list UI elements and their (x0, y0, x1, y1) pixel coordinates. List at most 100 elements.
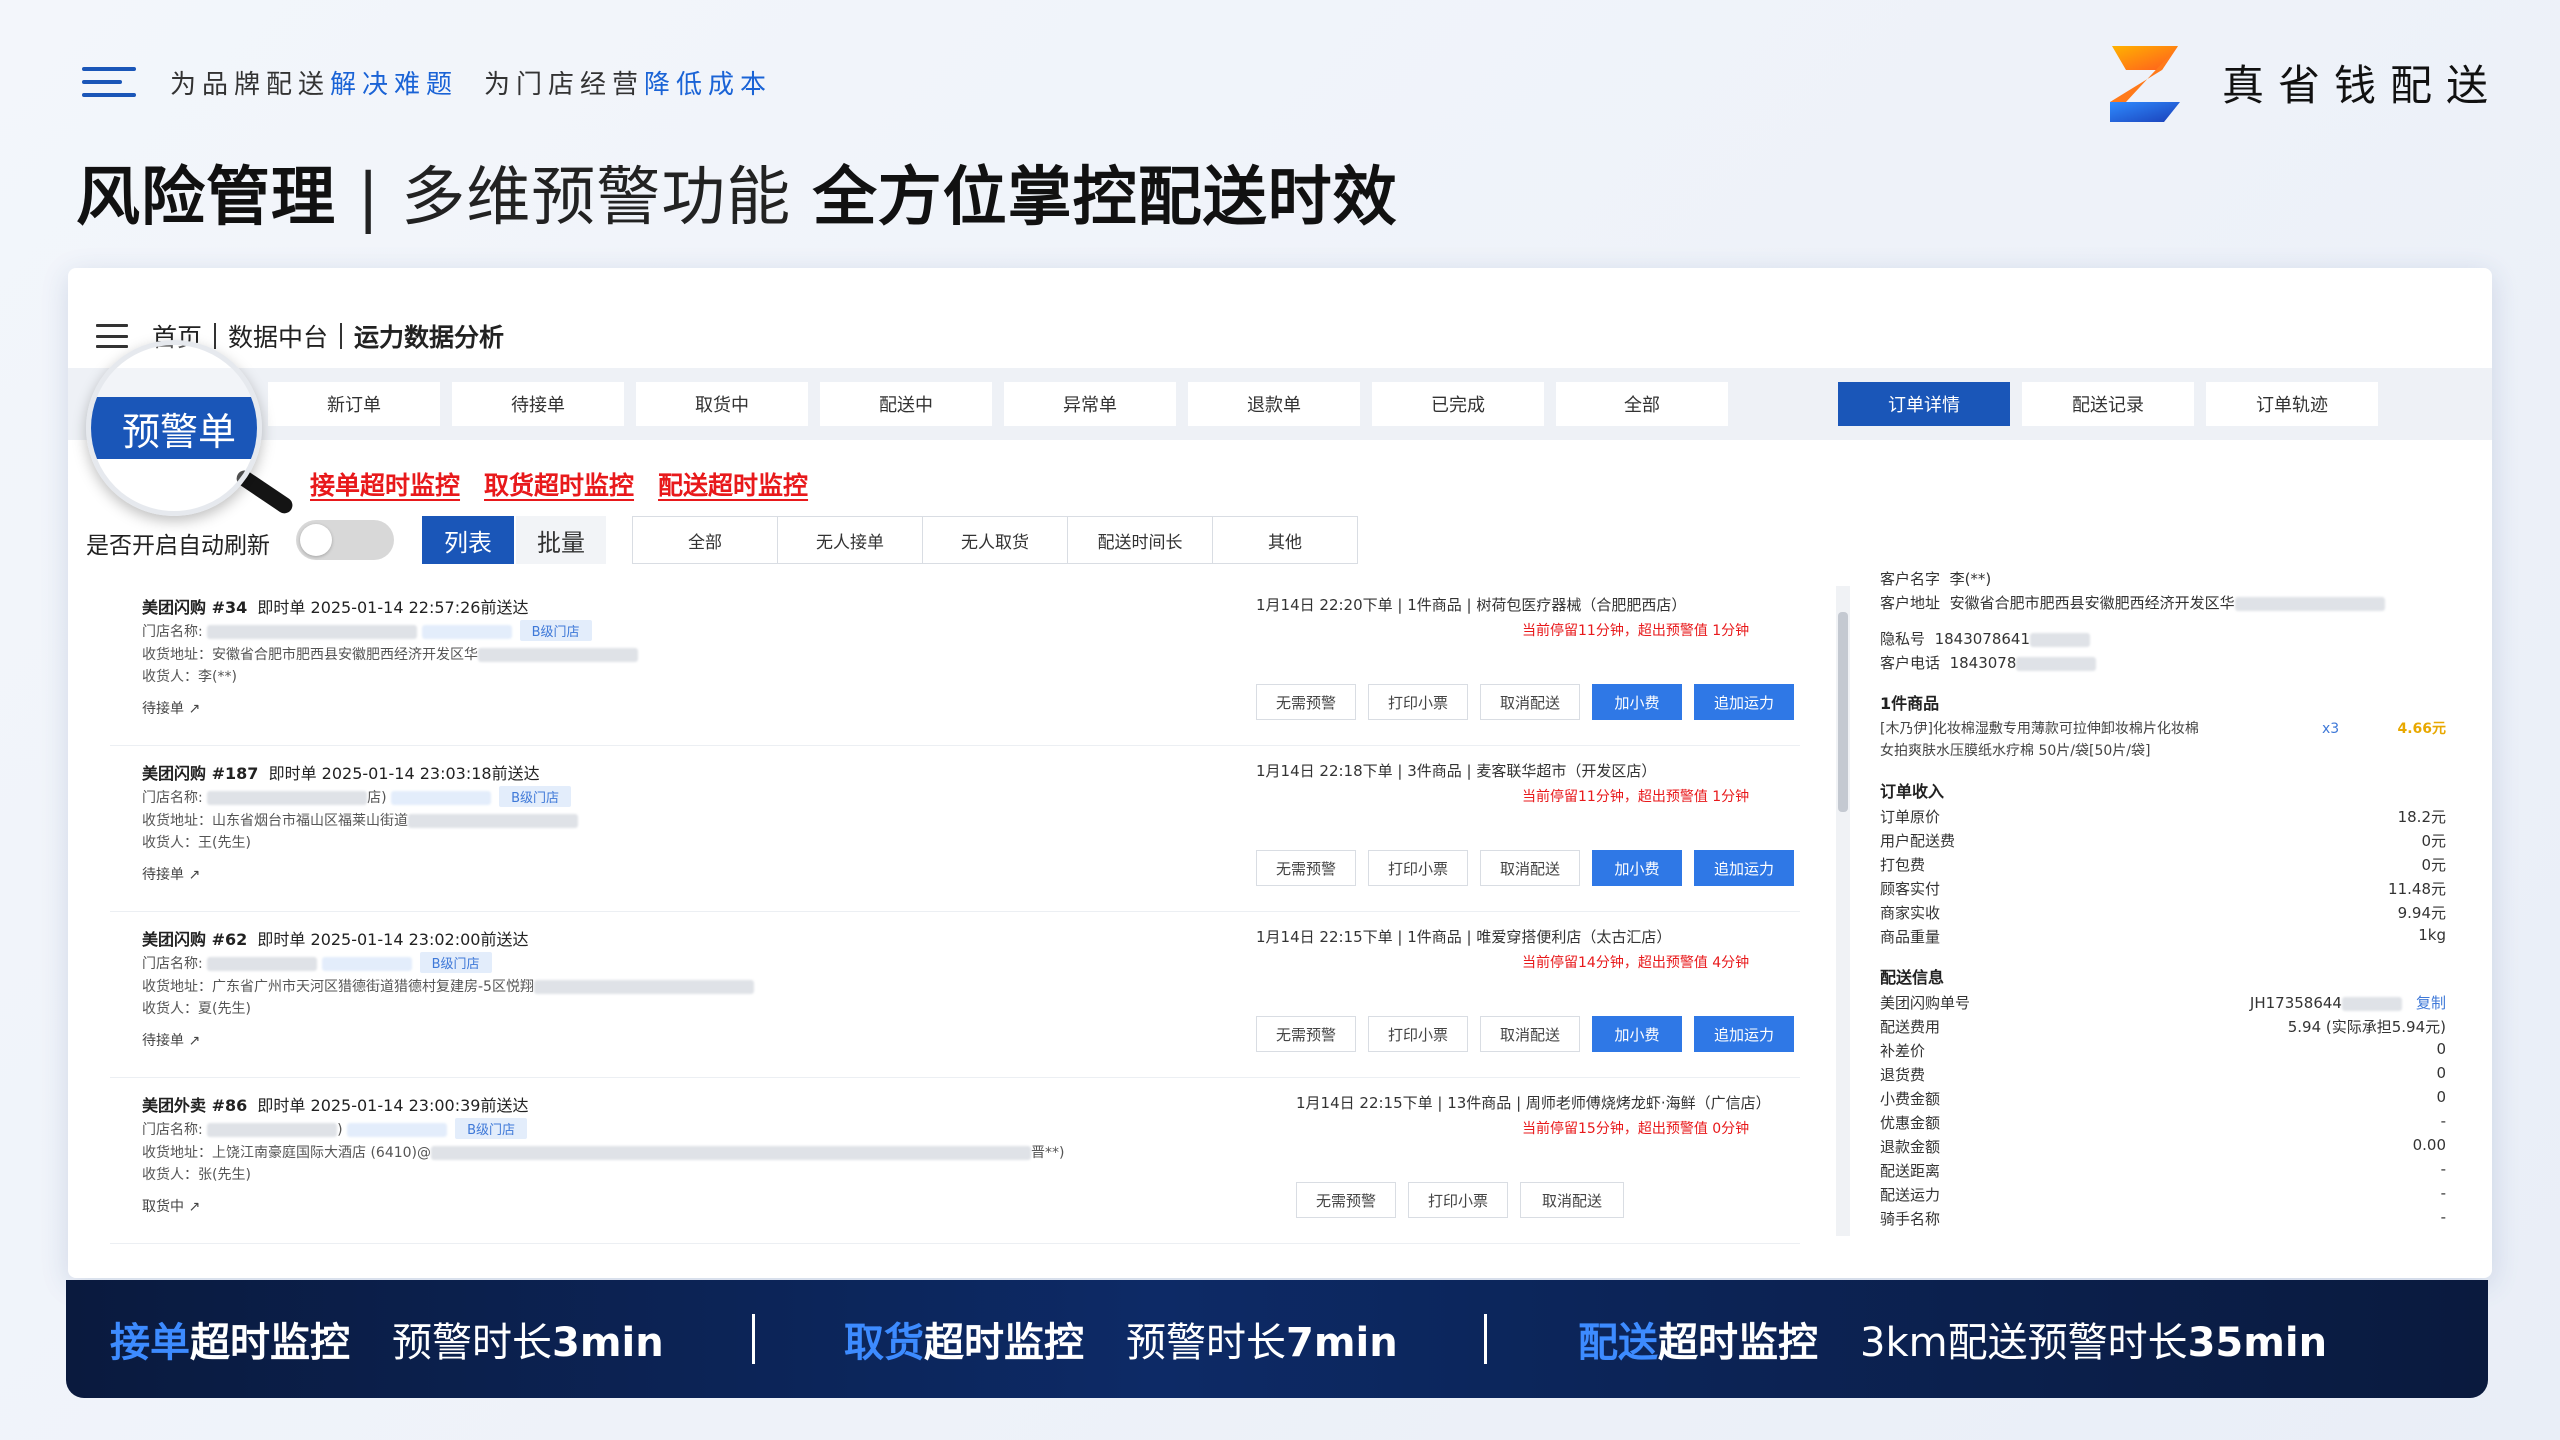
no-warning-button[interactable]: 无需预警 (1256, 850, 1356, 886)
no-warning-button[interactable]: 无需预警 (1296, 1182, 1396, 1218)
order-summary: 1月14日 22:15下单 | 13件商品 | 周师老师傅烧烤龙虾·海鲜（广信店… (1296, 1094, 1771, 1112)
cancel-delivery-button[interactable]: 取消配送 (1480, 1016, 1580, 1052)
order-title: 美团外卖 #86 即时单 2025-01-14 23:00:39前送达 (142, 1096, 529, 1115)
no-warning-button[interactable]: 无需预警 (1256, 684, 1356, 720)
cancel-delivery-button[interactable]: 取消配送 (1480, 684, 1580, 720)
table-row[interactable]: 美团闪购 #62 即时单 2025-01-14 23:02:00前送达 门店名称… (110, 918, 1800, 1078)
tab-new[interactable]: 新订单 (268, 382, 440, 426)
order-status: 待接单 ↗ (142, 867, 201, 883)
delivery-row: 补差价 0 (1880, 1040, 2446, 1060)
order-title: 美团闪购 #34 即时单 2025-01-14 22:57:26前送达 (142, 598, 529, 617)
tab-completed[interactable]: 已完成 (1372, 382, 1544, 426)
menu-icon[interactable] (82, 67, 136, 97)
delivery-row: 退款金额 0.00 (1880, 1136, 2446, 1156)
view-list-button[interactable]: 列表 (422, 516, 514, 564)
top-slogan-bar: 为品牌配送解决难题 为门店经营降低成本 (82, 62, 772, 102)
monitor-links: 接单超时监控 取货超时监控 配送超时监控 (310, 466, 808, 502)
link-pickup-timeout[interactable]: 取货超时监控 (484, 466, 634, 502)
order-warning: 当前停留11分钟，超出预警值 1分钟 (1522, 789, 1750, 805)
tab-warning[interactable]: 预警单 (91, 397, 257, 459)
add-capacity-button[interactable]: 追加运力 (1694, 684, 1794, 720)
print-receipt-button[interactable]: 打印小票 (1368, 1016, 1468, 1052)
income-row: 订单原价 18.2元 (1880, 808, 2446, 826)
delivery-row: 配送费用 5.94 (实际承担5.94元) (1880, 1018, 2446, 1036)
view-batch-button[interactable]: 批量 (516, 516, 606, 564)
no-warning-button[interactable]: 无需预警 (1256, 1016, 1356, 1052)
link-accept-timeout[interactable]: 接单超时监控 (310, 466, 460, 502)
print-receipt-button[interactable]: 打印小票 (1368, 850, 1468, 886)
app-window: 首页 数据中台 运力数据分析 新订单 待接单 取货中 配送中 异常单 退款单 已… (68, 268, 2492, 1278)
brand-logo-icon (2109, 46, 2180, 122)
filter-no-pickup[interactable]: 无人取货 (922, 516, 1068, 564)
add-capacity-button[interactable]: 追加运力 (1694, 1016, 1794, 1052)
add-tip-button[interactable]: 加小费 (1592, 850, 1682, 886)
auto-refresh-toggle[interactable] (296, 520, 394, 560)
tab-delivering[interactable]: 配送中 (820, 382, 992, 426)
banner-divider (1484, 1314, 1487, 1364)
filter-all[interactable]: 全部 (632, 516, 778, 564)
tab-all[interactable]: 全部 (1556, 382, 1728, 426)
copy-button[interactable]: 复制 (2416, 994, 2446, 1012)
delivery-row: 配送运力 - (1880, 1184, 2446, 1204)
order-summary: 1月14日 22:20下单 | 1件商品 | 树荷包医疗器械（合肥肥西店） (1256, 596, 1687, 614)
detail-privacy-number: 隐私号 1843078641 (1880, 628, 2446, 650)
income-row: 商家实收 9.94元 (1880, 904, 2446, 922)
link-delivery-timeout[interactable]: 配送超时监控 (658, 466, 808, 502)
order-status: 待接单 ↗ (142, 701, 201, 717)
detail-delivery-header: 配送信息 (1880, 968, 1945, 987)
delivery-row: 骑手名称 - (1880, 1208, 2446, 1228)
order-title: 美团闪购 #187 即时单 2025-01-14 23:03:18前送达 (142, 764, 540, 783)
order-status: 取货中 ↗ (142, 1199, 201, 1215)
table-row[interactable]: 美团闪购 #187 即时单 2025-01-14 23:03:18前送达 门店名… (110, 752, 1800, 912)
tab-abnormal[interactable]: 异常单 (1004, 382, 1176, 426)
tab-pending-accept[interactable]: 待接单 (452, 382, 624, 426)
delivery-row: 优惠金额 - (1880, 1112, 2446, 1132)
banner-divider (752, 1314, 755, 1364)
list-scrollbar[interactable] (1836, 586, 1850, 1236)
banner-pickup-monitor: 取货 超时监控 预警时长7min (844, 1320, 1398, 1366)
tab-order-track[interactable]: 订单轨迹 (2206, 382, 2378, 426)
order-status: 待接单 ↗ (142, 1033, 201, 1049)
tab-picking[interactable]: 取货中 (636, 382, 808, 426)
order-store: 门店名称: 店) B级门店 (142, 786, 572, 807)
goods-price: 4.66元 (2397, 721, 2446, 737)
detail-customer-name: 客户名字 李(**) (1880, 570, 1992, 588)
order-warning: 当前停留14分钟，超出预警值 4分钟 (1522, 955, 1750, 971)
brand-name: 真省钱配送 (2221, 60, 2502, 110)
breadcrumb-data[interactable]: 数据中台 (228, 318, 328, 354)
tab-order-detail[interactable]: 订单详情 (1838, 382, 2010, 426)
order-summary: 1月14日 22:15下单 | 1件商品 | 唯爱穿搭便利店（太古汇店） (1256, 928, 1672, 946)
add-capacity-button[interactable]: 追加运力 (1694, 850, 1794, 886)
print-receipt-button[interactable]: 打印小票 (1408, 1182, 1508, 1218)
detail-customer-phone: 客户电话 1843078 (1880, 652, 2446, 674)
goods-quantity: x3 (2322, 721, 2340, 737)
filter-no-accept[interactable]: 无人接单 (777, 516, 923, 564)
order-receiver: 收货人：夏(先生) (142, 1001, 251, 1017)
cancel-delivery-button[interactable]: 取消配送 (1520, 1182, 1624, 1218)
breadcrumb-current: 运力数据分析 (354, 323, 505, 352)
tab-refund[interactable]: 退款单 (1188, 382, 1360, 426)
income-row: 顾客实付 11.48元 (1880, 880, 2446, 898)
cancel-delivery-button[interactable]: 取消配送 (1480, 850, 1580, 886)
magnifier-lens: 预警单 (86, 340, 262, 516)
detail-income-header: 订单收入 (1880, 782, 1945, 801)
table-row[interactable]: 美团闪购 #34 即时单 2025-01-14 22:57:26前送达 门店名称… (110, 586, 1800, 746)
print-receipt-button[interactable]: 打印小票 (1368, 684, 1468, 720)
add-tip-button[interactable]: 加小费 (1592, 684, 1682, 720)
order-warning: 当前停留11分钟，超出预警值 1分钟 (1522, 623, 1750, 639)
add-tip-button[interactable]: 加小费 (1592, 1016, 1682, 1052)
filter-long-delivery[interactable]: 配送时间长 (1067, 516, 1213, 564)
detail-goods-header: 1件商品 (1880, 694, 1940, 713)
order-title: 美团闪购 #62 即时单 2025-01-14 23:02:00前送达 (142, 930, 529, 949)
filter-other[interactable]: 其他 (1212, 516, 1358, 564)
order-warning: 当前停留15分钟，超出预警值 0分钟 (1522, 1121, 1750, 1137)
tab-delivery-record[interactable]: 配送记录 (2022, 382, 2194, 426)
order-store: 门店名称: B级门店 (142, 952, 492, 973)
hamburger-icon[interactable] (96, 324, 128, 348)
delivery-row: 退货费 0 (1880, 1064, 2446, 1084)
page-title: 风险管理 | 多维预警功能 全方位掌控配送时效 (76, 161, 1398, 235)
table-row[interactable]: 美团外卖 #86 即时单 2025-01-14 23:00:39前送达 门店名称… (110, 1084, 1800, 1244)
order-address: 收货地址：山东省烟台市福山区福莱山街道 (142, 810, 578, 830)
auto-refresh-label: 是否开启自动刷新 (86, 533, 270, 559)
detail-customer-address: 客户地址 安徽省合肥市肥西县安徽肥西经济开发区华 (1880, 592, 2446, 614)
